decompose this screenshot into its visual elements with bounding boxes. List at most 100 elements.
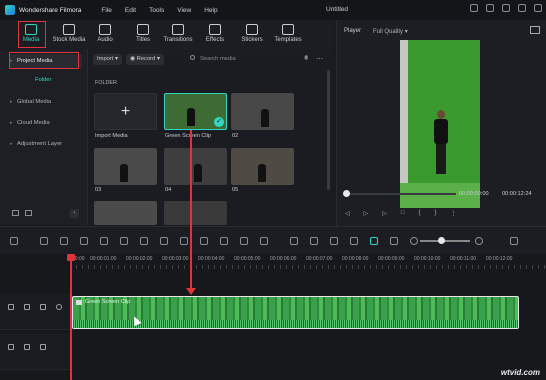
filter-icon[interactable]: ⩩: [304, 55, 308, 63]
tab-audio[interactable]: Audio: [84, 23, 126, 49]
tab-transitions[interactable]: Transitions: [157, 23, 199, 49]
cloud-icon[interactable]: [486, 4, 494, 12]
media-item-label: Import Media: [95, 133, 128, 139]
folder-icon[interactable]: [24, 344, 30, 350]
folder-heading: FOLDER: [95, 80, 117, 86]
settings-icon[interactable]: [290, 237, 298, 245]
clip-03-thumb[interactable]: [94, 148, 157, 185]
menu-help[interactable]: Help: [204, 7, 217, 14]
layout-icon[interactable]: [470, 4, 478, 12]
audio-mix-icon[interactable]: [350, 237, 358, 245]
sidebar-footer: [12, 210, 32, 216]
more-tools-icon[interactable]: [260, 237, 268, 245]
layout-icon[interactable]: [10, 237, 18, 245]
search-input[interactable]: Search media: [190, 54, 236, 65]
ruler-tick: 00:00:08:00: [342, 256, 369, 262]
quality-dropdown[interactable]: Full Quality ▾: [373, 28, 408, 35]
timeline: 00:00 00:00:01:00 00:00:02:00 00:00:03:0…: [0, 254, 546, 380]
ruler-tick: 00:00:09:00: [378, 256, 405, 262]
color-icon[interactable]: [220, 237, 228, 245]
split-icon[interactable]: [100, 237, 108, 245]
text-icon[interactable]: [180, 237, 188, 245]
green-screen-clip-thumb[interactable]: ✓: [164, 93, 227, 130]
speaker-icon[interactable]: [40, 304, 46, 310]
media-item-label: Green Screen Clip: [165, 133, 212, 139]
transitions-icon: [172, 24, 184, 35]
more-icon[interactable]: ⋯: [316, 55, 323, 63]
ruler-tick: 00:00:12:00: [486, 256, 513, 262]
playhead[interactable]: [67, 254, 75, 380]
import-media-tile[interactable]: +: [94, 93, 157, 130]
media-library-sidebar: Project Media Folder Global Media Cloud …: [0, 50, 88, 225]
media-scrollbar[interactable]: [327, 70, 330, 190]
play-pause-icon[interactable]: ▷: [382, 210, 387, 217]
folder-icon[interactable]: [24, 304, 30, 310]
microphone-icon[interactable]: [330, 237, 338, 245]
watermark: wtvid.com: [500, 368, 540, 377]
trim-icon[interactable]: [120, 237, 128, 245]
speaker-icon[interactable]: [40, 344, 46, 350]
menu-tools[interactable]: Tools: [149, 7, 164, 14]
player-label: Player: [344, 28, 362, 34]
sidebar-item-cloud-media[interactable]: Cloud Media: [9, 116, 82, 130]
new-folder-icon[interactable]: [12, 210, 19, 216]
folder-icon[interactable]: [25, 210, 32, 216]
prev-frame-icon[interactable]: ◁: [345, 210, 350, 217]
tab-effects[interactable]: Effects: [194, 23, 236, 49]
snap-icon[interactable]: [370, 237, 378, 245]
undo-icon[interactable]: [40, 237, 48, 245]
menu-file[interactable]: File: [101, 7, 111, 14]
drag-annotation-arrow: [186, 130, 196, 295]
menu-view[interactable]: View: [177, 7, 191, 14]
clip-06-thumb[interactable]: [94, 201, 157, 225]
picture-in-picture-icon[interactable]: [390, 237, 398, 245]
crop-icon[interactable]: [240, 237, 248, 245]
eye-icon[interactable]: [56, 304, 62, 310]
maximize-icon[interactable]: [518, 4, 526, 12]
zoom-out-icon[interactable]: [410, 237, 418, 245]
check-icon: ✓: [214, 117, 224, 127]
audio-track-header: [0, 334, 70, 370]
progress-handle[interactable]: [343, 190, 350, 197]
record-button[interactable]: ◉ Record ▾: [125, 54, 164, 65]
tab-templates[interactable]: Templates: [267, 23, 309, 49]
media-browser: Import ▾ ◉ Record ▾ Search media ⩩ ⋯ FOL…: [88, 50, 333, 225]
ruler-tick: 00:00:10:00: [414, 256, 441, 262]
timeline-clip[interactable]: Green Screen Clip: [72, 296, 519, 329]
media-tab-highlight: [18, 21, 46, 48]
no-audio-icon[interactable]: [140, 237, 148, 245]
tag-icon[interactable]: [160, 237, 168, 245]
sidebar-folder-label[interactable]: Folder: [35, 77, 51, 83]
ruler-tick: 00:00:03:00: [162, 256, 189, 262]
clip-04-thumb[interactable]: [164, 148, 227, 185]
clip-icon: [76, 300, 82, 305]
speed-icon[interactable]: [200, 237, 208, 245]
clip-05-thumb[interactable]: [231, 148, 294, 185]
menu-edit[interactable]: Edit: [125, 7, 136, 14]
effects-icon: [209, 24, 221, 35]
import-button[interactable]: Import ▾: [93, 54, 122, 65]
ruler-tick: 00:00:05:00: [234, 256, 261, 262]
sidebar-item-adjustment-layer[interactable]: Adjustment Layer: [9, 137, 82, 151]
play-icon[interactable]: ▷: [364, 210, 369, 217]
redo-icon[interactable]: [60, 237, 68, 245]
mark-in-icon[interactable]: {: [419, 210, 421, 217]
collapse-sidebar-button[interactable]: ‹: [70, 209, 79, 218]
grid-icon[interactable]: [510, 237, 518, 245]
zoom-in-icon[interactable]: [475, 237, 483, 245]
snapshot-icon[interactable]: [530, 26, 540, 34]
zoom-slider[interactable]: [420, 237, 470, 244]
playback-progress[interactable]: [343, 190, 456, 197]
zoom-handle[interactable]: [438, 237, 445, 244]
more-icon[interactable]: ⋮: [451, 210, 457, 217]
delete-icon[interactable]: [80, 237, 88, 245]
stop-icon[interactable]: □: [401, 210, 405, 217]
clip-07-thumb[interactable]: [164, 201, 227, 225]
sidebar-item-global-media[interactable]: Global Media: [9, 95, 82, 109]
close-icon[interactable]: [534, 4, 542, 12]
mark-out-icon[interactable]: }: [435, 210, 437, 217]
media-view-controls: ⩩ ⋯: [304, 55, 323, 63]
shield-icon[interactable]: [310, 237, 318, 245]
minimize-icon[interactable]: [502, 4, 510, 12]
clip-02-thumb[interactable]: [231, 93, 294, 130]
